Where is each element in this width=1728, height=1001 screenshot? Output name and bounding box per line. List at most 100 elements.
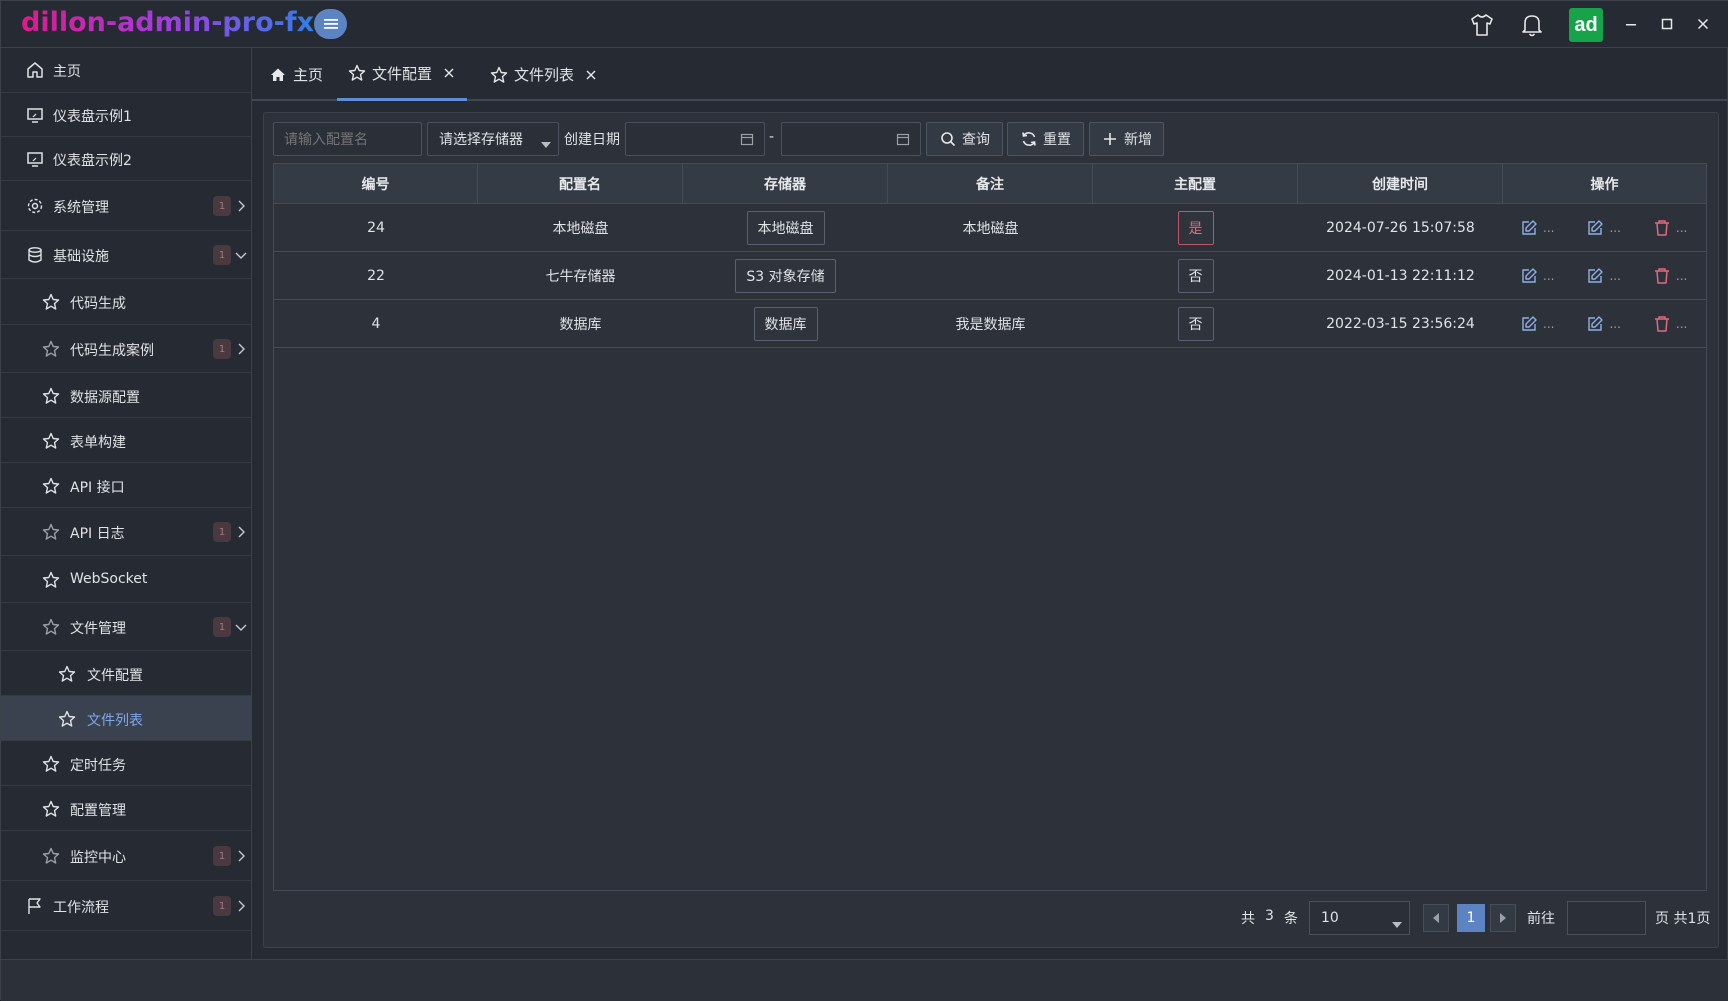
delete-action[interactable]: ... — [1652, 314, 1687, 334]
delete-action[interactable]: ... — [1652, 266, 1687, 286]
storage-select-placeholder: 请选择存储器 — [439, 132, 523, 148]
sidebar-item-websocket[interactable]: WebSocket — [1, 556, 251, 603]
close-window-button[interactable] — [1692, 13, 1714, 35]
sidebar-item-workflow[interactable]: 工作流程 1 — [1, 881, 251, 931]
prev-page-button[interactable] — [1423, 904, 1449, 932]
page-number-current[interactable]: 1 — [1457, 904, 1485, 932]
file-config-table: 编号 配置名 存储器 备注 主配置 创建时间 操作 24 本地磁盘 本地磁盘 本… — [273, 163, 1707, 891]
cell-master: 否 — [1093, 300, 1298, 347]
query-button[interactable]: 查询 — [926, 122, 1003, 156]
edit-detail-action[interactable]: ... — [1585, 314, 1621, 334]
edit-action[interactable]: ... — [1519, 314, 1554, 334]
notification-button[interactable] — [1517, 10, 1547, 40]
storage-tag: S3 对象存储 — [735, 258, 836, 293]
user-avatar[interactable]: ad — [1569, 8, 1603, 42]
add-button[interactable]: 新增 — [1089, 122, 1164, 156]
caret-left-icon — [1433, 913, 1439, 923]
calendar-icon — [740, 132, 754, 150]
next-page-button[interactable] — [1490, 904, 1516, 932]
sidebar-item-label: 定时任务 — [70, 758, 126, 774]
sidebar-item-system[interactable]: 系统管理 1 — [1, 181, 251, 231]
config-name-input[interactable] — [273, 122, 422, 156]
sidebar-item-label: 系统管理 — [53, 200, 109, 216]
sidebar-item-monitor-center[interactable]: 监控中心 1 — [1, 831, 251, 881]
hamburger-icon — [323, 19, 338, 29]
star-icon — [41, 570, 61, 590]
tab-file-config[interactable]: 文件配置 — [337, 48, 468, 101]
column-header-master: 主配置 — [1093, 164, 1298, 204]
start-date-picker[interactable] — [625, 122, 765, 156]
home-icon — [25, 60, 45, 80]
edit-action[interactable]: ... — [1519, 266, 1554, 286]
cell-created: 2022-03-15 23:56:24 — [1326, 315, 1475, 332]
add-button-label: 新增 — [1124, 132, 1152, 148]
cell-actions: ... ... ... — [1503, 252, 1706, 299]
column-header-name: 配置名 — [478, 164, 683, 204]
sidebar-item-dashboard-2[interactable]: 仪表盘示例2 — [1, 137, 251, 181]
star-icon — [348, 64, 366, 82]
maximize-button[interactable] — [1656, 13, 1678, 35]
count-badge: 1 — [213, 846, 231, 866]
dropdown-arrow-icon — [1392, 916, 1402, 932]
edit-icon — [1585, 266, 1605, 286]
sidebar-item-form-builder[interactable]: 表单构建 — [1, 418, 251, 463]
star-icon — [41, 799, 61, 819]
sidebar-item-api-log[interactable]: API 日志 1 — [1, 508, 251, 556]
sidebar-item-infrastructure[interactable]: 基础设施 1 — [1, 231, 251, 279]
close-tab-icon[interactable] — [442, 66, 456, 80]
delete-action[interactable]: ... — [1652, 218, 1687, 238]
sidebar-item-datasource[interactable]: 数据源配置 — [1, 373, 251, 418]
tab-file-list[interactable]: 文件列表 — [490, 48, 598, 101]
status-bar — [1, 959, 1728, 1001]
sidebar-item-label: WebSocket — [70, 571, 148, 587]
edit-detail-action[interactable]: ... — [1585, 218, 1621, 238]
sidebar-item-label: API 日志 — [70, 526, 125, 542]
sidebar-item-dashboard-1[interactable]: 仪表盘示例1 — [1, 93, 251, 137]
sidebar-item-label: 仪表盘示例1 — [53, 109, 132, 125]
sidebar-item-api[interactable]: API 接口 — [1, 463, 251, 508]
tab-label: 文件列表 — [514, 66, 575, 84]
sidebar-item-file-config[interactable]: 文件配置 — [1, 651, 251, 696]
theme-shirt-button[interactable] — [1467, 10, 1497, 40]
storage-select[interactable]: 请选择存储器 — [427, 122, 559, 156]
sidebar-item-label: 数据源配置 — [70, 390, 140, 406]
sidebar-item-file-management[interactable]: 文件管理 1 — [1, 603, 251, 651]
table-row: 22 七牛存储器 S3 对象存储 否 2024-01-13 22:11:12 .… — [274, 252, 1706, 300]
tab-bar: 主页 文件配置 文件列表 — [252, 48, 1728, 101]
reset-button[interactable]: 重置 — [1007, 122, 1084, 156]
sidebar-item-codegen[interactable]: 代码生成 — [1, 279, 251, 325]
minimize-button[interactable] — [1620, 13, 1642, 35]
column-header-remark: 备注 — [888, 164, 1093, 204]
sidebar-item-file-list[interactable]: 文件列表 — [1, 696, 251, 741]
page-size-select[interactable]: 10 — [1309, 901, 1410, 935]
refresh-icon — [1020, 130, 1038, 148]
column-header-id: 编号 — [274, 164, 478, 204]
count-badge: 1 — [213, 617, 231, 637]
goto-page-input[interactable] — [1567, 901, 1646, 935]
end-date-picker[interactable] — [781, 122, 921, 156]
sidebar-item-home[interactable]: 主页 — [1, 48, 251, 93]
date-range-separator: - — [769, 129, 775, 145]
reset-button-label: 重置 — [1043, 132, 1071, 148]
sidebar-item-config-management[interactable]: 配置管理 — [1, 786, 251, 831]
gear-icon — [25, 196, 45, 216]
tab-home[interactable]: 主页 — [269, 48, 323, 101]
pagination-total-prefix: 共 — [1241, 911, 1255, 927]
chevron-right-icon — [235, 850, 247, 862]
cell-master: 是 — [1093, 204, 1298, 251]
pages-total-label: 页 共1页 — [1655, 911, 1711, 927]
tab-label: 文件配置 — [372, 64, 433, 83]
calendar-icon — [896, 132, 910, 150]
edit-detail-action[interactable]: ... — [1585, 266, 1621, 286]
sidebar-item-scheduled-tasks[interactable]: 定时任务 — [1, 741, 251, 786]
cell-name: 七牛存储器 — [545, 268, 616, 285]
sidebar-item-codegen-demo[interactable]: 代码生成案例 1 — [1, 325, 251, 373]
close-tab-icon[interactable] — [584, 68, 598, 82]
dropdown-arrow-icon — [541, 136, 551, 152]
menu-toggle-button[interactable] — [314, 9, 347, 39]
cell-id: 4 — [371, 315, 381, 332]
edit-action[interactable]: ... — [1519, 218, 1554, 238]
cell-name: 本地磁盘 — [552, 220, 609, 237]
column-header-actions: 操作 — [1590, 177, 1619, 193]
bell-icon — [1522, 15, 1542, 37]
